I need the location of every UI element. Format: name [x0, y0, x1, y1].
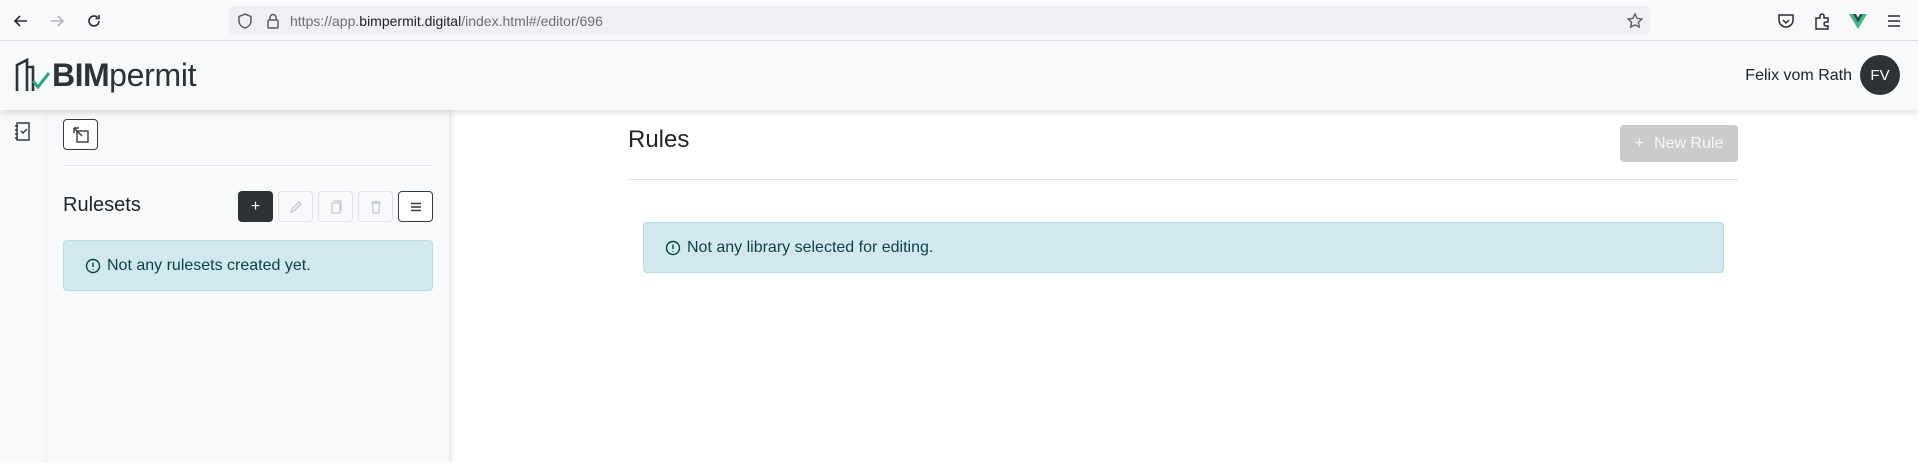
- no-library-alert: Not any library selected for editing.: [643, 222, 1724, 273]
- checklist-icon[interactable]: [13, 120, 33, 142]
- vue-devtools-icon[interactable]: [1847, 10, 1869, 32]
- edit-ruleset-button[interactable]: [278, 191, 313, 222]
- page-title: Rules: [628, 126, 690, 153]
- trash-icon: [370, 200, 381, 214]
- collapse-sidebar-button[interactable]: [63, 119, 98, 150]
- info-circle-icon: [85, 258, 101, 273]
- pencil-icon: [289, 200, 302, 213]
- browser-toolbar: https://app.bimpermit.digital/index.html…: [0, 0, 1918, 41]
- back-arrow-icon[interactable]: [8, 8, 34, 34]
- main-divider: [628, 179, 1738, 180]
- delete-ruleset-button[interactable]: [358, 191, 393, 222]
- copy-ruleset-button[interactable]: [318, 191, 353, 222]
- browser-menu-icon[interactable]: [1883, 10, 1905, 32]
- list-icon: [410, 202, 421, 211]
- add-ruleset-button[interactable]: +: [238, 191, 273, 222]
- rulesets-title: Rulesets: [63, 194, 141, 216]
- user-avatar[interactable]: FV: [1860, 55, 1900, 95]
- lock-icon[interactable]: [264, 12, 282, 30]
- app-header: BIM permit Felix vom Rath FV: [0, 41, 1918, 110]
- plus-icon: +: [1634, 134, 1644, 152]
- user-name[interactable]: Felix vom Rath: [1745, 67, 1852, 85]
- forward-arrow-icon[interactable]: [44, 8, 70, 34]
- url-domain: bimpermit.digital: [359, 13, 462, 29]
- url-text[interactable]: https://app.bimpermit.digital/index.html…: [290, 13, 603, 29]
- no-rulesets-message: Not any rulesets created yet.: [107, 256, 311, 274]
- ruleset-sidebar: Rulesets + Not any rulesets created yet.: [47, 110, 449, 463]
- url-path: /index.html#/editor/696: [461, 13, 603, 29]
- extensions-puzzle-icon[interactable]: [1811, 10, 1833, 32]
- url-prefix: https://app.: [290, 13, 360, 29]
- left-icon-rail: [0, 110, 47, 463]
- logo-text-permit: permit: [109, 56, 197, 93]
- no-rulesets-alert: Not any rulesets created yet.: [63, 240, 433, 291]
- copy-icon: [330, 199, 342, 214]
- sidebar-divider: [63, 165, 433, 166]
- reload-icon[interactable]: [81, 8, 107, 34]
- bookmark-star-icon[interactable]: [1626, 12, 1644, 30]
- logo-building-icon: [15, 57, 51, 91]
- new-rule-label: New Rule: [1653, 134, 1724, 152]
- collapse-arrow-icon: [72, 126, 89, 143]
- address-bar[interactable]: https://app.bimpermit.digital/index.html…: [229, 6, 1650, 35]
- no-library-message: Not any library selected for editing.: [687, 238, 934, 256]
- logo-text-bim: BIM: [52, 56, 110, 93]
- info-circle-icon: [665, 240, 681, 255]
- ruleset-menu-button[interactable]: [398, 191, 433, 222]
- bimpermit-logo[interactable]: BIM permit: [14, 55, 197, 95]
- pocket-icon[interactable]: [1775, 10, 1797, 32]
- shield-icon[interactable]: [236, 12, 254, 30]
- new-rule-button[interactable]: + New Rule: [1620, 125, 1738, 162]
